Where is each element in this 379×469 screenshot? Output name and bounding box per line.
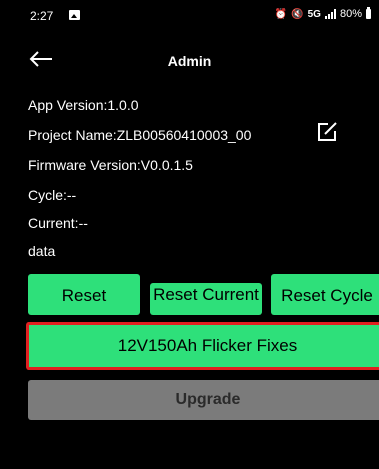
- current-text: Current:--: [28, 215, 88, 231]
- alarm-icon: ⏰: [274, 8, 288, 20]
- mute-icon: 🔇: [291, 8, 304, 20]
- battery-percent: 80%: [339, 8, 362, 20]
- flicker-fixes-button[interactable]: 12V150Ah Flicker Fixes: [26, 322, 379, 370]
- reset-button[interactable]: Reset: [28, 274, 140, 315]
- reset-cycle-button[interactable]: Reset Cycle: [271, 274, 379, 315]
- signal-icon: [324, 9, 336, 19]
- page-title: Admin: [167, 53, 212, 69]
- status-bar: 2:27 ⏰ 🔇 5G 80%: [0, 0, 379, 30]
- reset-current-button[interactable]: Reset Current: [150, 283, 262, 315]
- app-header: Admin: [0, 44, 379, 78]
- status-indicators: ⏰ 🔇 5G 80%: [274, 7, 371, 20]
- upgrade-button[interactable]: Upgrade: [28, 380, 379, 420]
- cycle-text: Cycle:--: [28, 187, 77, 203]
- data-text: data: [28, 243, 56, 259]
- status-time: 2:27: [30, 9, 54, 23]
- edit-icon[interactable]: [316, 121, 338, 143]
- project-name-text: Project Name:ZLB00560410003_00: [28, 127, 252, 143]
- firmware-version-text: Firmware Version:V0.0.1.5: [28, 157, 193, 173]
- photo-notification-icon: [69, 10, 80, 20]
- battery-icon: [366, 7, 371, 19]
- network-type: 5G: [307, 8, 321, 20]
- app-version-text: App Version:1.0.0: [28, 97, 139, 113]
